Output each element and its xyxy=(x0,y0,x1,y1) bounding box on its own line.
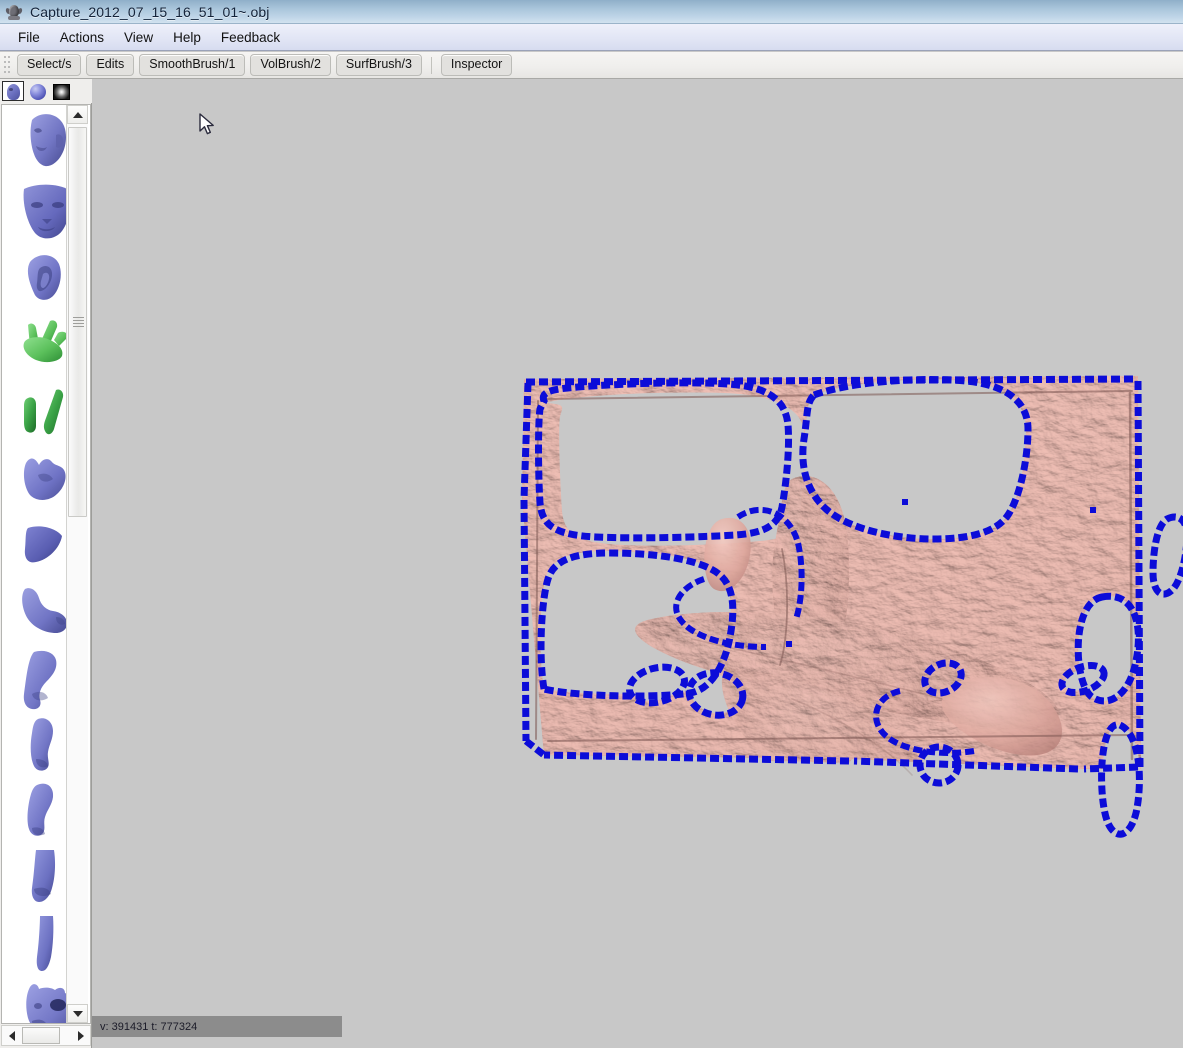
smoothbrush-tool-button[interactable]: SmoothBrush/1 xyxy=(139,54,246,76)
environment-tab[interactable] xyxy=(50,81,72,101)
mesh-stats-text: v: 391431 t: 777324 xyxy=(100,1020,198,1033)
lightbox-icon xyxy=(53,84,70,100)
select-tool-button[interactable]: Select/s xyxy=(17,54,82,76)
chevron-up-icon xyxy=(72,111,83,118)
chevron-down-icon xyxy=(72,1010,83,1017)
scroll-down-button[interactable] xyxy=(67,1004,88,1023)
thumbnail-list-hscroll[interactable] xyxy=(1,1025,91,1046)
mesh-surface xyxy=(522,376,1183,835)
title-bar: Capture_2012_07_15_16_51_01~.obj xyxy=(0,0,1183,24)
library-tab-strip xyxy=(0,79,92,103)
surfbrush-tool-button[interactable]: SurfBrush/3 xyxy=(335,54,422,76)
tool-bar: Select/s Edits SmoothBrush/1 VolBrush/2 … xyxy=(0,52,1183,79)
menu-item-file[interactable]: File xyxy=(8,27,50,48)
inspector-button[interactable]: Inspector xyxy=(440,54,513,76)
library-panel xyxy=(0,79,92,1048)
menu-item-view[interactable]: View xyxy=(114,27,163,48)
mouse-cursor-icon xyxy=(199,113,214,135)
sphere-icon xyxy=(30,84,46,100)
menu-item-help[interactable]: Help xyxy=(163,27,211,48)
app-head-icon xyxy=(5,3,23,21)
scroll-up-button[interactable] xyxy=(67,105,88,124)
meshes-tab[interactable] xyxy=(2,81,24,101)
mesh-model[interactable] xyxy=(92,79,1183,1048)
materials-tab[interactable] xyxy=(26,81,48,101)
application-window: Capture_2012_07_15_16_51_01~.obj File Ac… xyxy=(0,0,1183,1048)
hscroll-thumb[interactable] xyxy=(22,1027,60,1044)
scroll-left-button[interactable] xyxy=(2,1026,21,1045)
3d-viewport[interactable]: v: 391431 t: 777324 xyxy=(92,79,1183,1048)
edits-tool-button[interactable]: Edits xyxy=(86,54,135,76)
scroll-right-button[interactable] xyxy=(71,1026,90,1045)
volbrush-tool-button[interactable]: VolBrush/2 xyxy=(250,54,331,76)
status-bar: v: 391431 t: 777324 xyxy=(92,1016,342,1037)
toolbar-separator xyxy=(430,56,432,74)
toolbar-drag-grip[interactable] xyxy=(3,55,10,75)
chevron-left-icon xyxy=(8,1030,15,1041)
head-icon xyxy=(7,84,20,100)
menu-item-actions[interactable]: Actions xyxy=(50,27,114,48)
chevron-right-icon xyxy=(77,1030,84,1041)
vscroll-grip-icon xyxy=(73,317,84,327)
window-title: Capture_2012_07_15_16_51_01~.obj xyxy=(30,3,270,20)
vscroll-thumb[interactable] xyxy=(68,127,87,517)
thumbnail-list-vscroll[interactable] xyxy=(66,105,88,1023)
menu-bar: File Actions View Help Feedback xyxy=(0,24,1183,51)
menu-item-feedback[interactable]: Feedback xyxy=(211,27,290,48)
